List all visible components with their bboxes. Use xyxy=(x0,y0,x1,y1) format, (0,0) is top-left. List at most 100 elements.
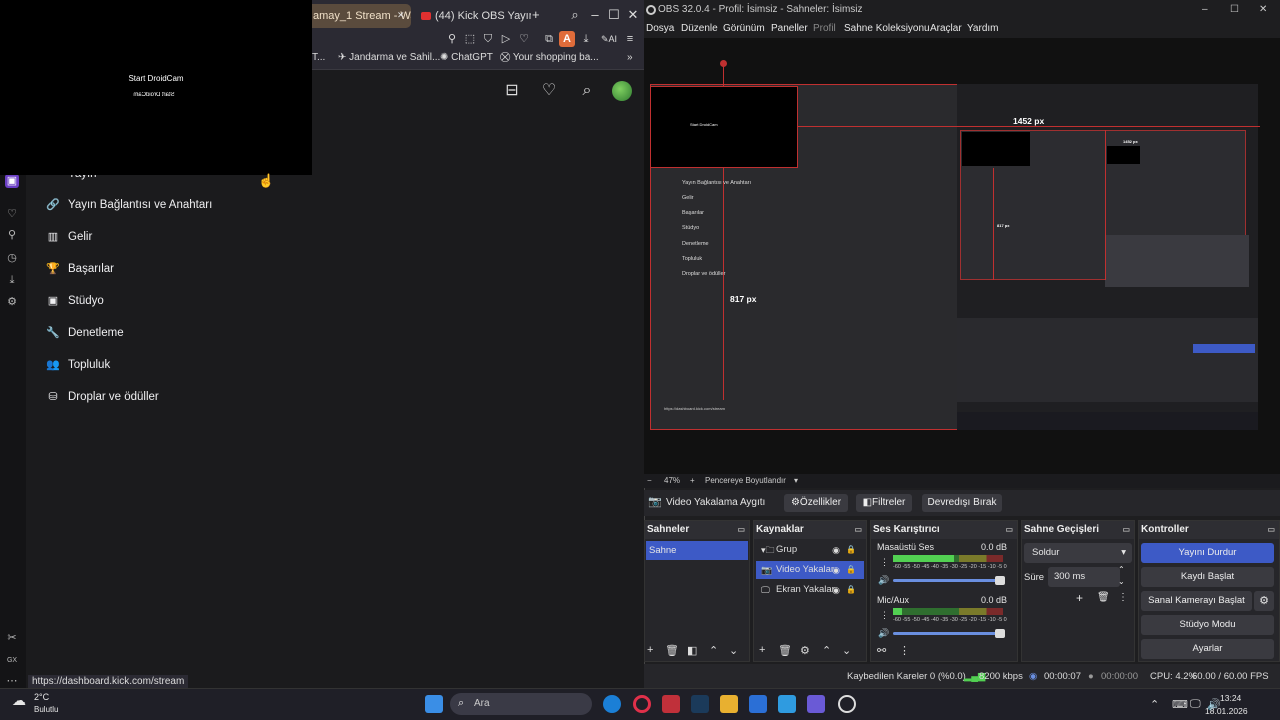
gear-icon[interactable]: ⚙ xyxy=(1254,591,1274,611)
avatar[interactable] xyxy=(612,81,632,101)
zoom-out-button[interactable]: − xyxy=(647,474,652,488)
lock-icon[interactable]: 🔒 xyxy=(846,541,856,559)
extensions-icon[interactable]: ⧉ xyxy=(541,31,557,47)
menu-item-stream-key[interactable]: 🔗 Yayın Bağlantısı ve Anahtarı xyxy=(46,195,212,215)
undock-icon[interactable]: ▭ xyxy=(1122,521,1130,539)
properties-button[interactable]: ⚙Özellikler xyxy=(784,494,848,512)
more-icon[interactable]: ⋯ xyxy=(5,674,19,688)
eye-icon[interactable]: ◉ xyxy=(832,581,840,599)
eye-icon[interactable]: ◉ xyxy=(832,541,840,559)
kebab-icon[interactable]: ⋮ xyxy=(880,610,889,621)
slider-knob[interactable] xyxy=(995,576,1005,585)
menu-item-gelir[interactable]: ▥ Gelir xyxy=(46,227,92,247)
chevron-down-icon[interactable]: ▾ xyxy=(794,474,798,488)
menu-yardim[interactable]: Yardım xyxy=(967,23,999,34)
bookmark-item[interactable]: T... xyxy=(312,52,325,63)
menu-gorunum[interactable]: Görünüm xyxy=(723,23,765,34)
start-virtual-camera-button[interactable]: Sanal Kamerayı Başlat xyxy=(1141,591,1252,611)
weather-icon[interactable]: ☁ xyxy=(12,692,26,709)
menu-item-droplar[interactable]: ⛁ Droplar ve ödüller xyxy=(46,387,158,407)
tab-kick-obs[interactable]: (44) Kick OBS Yayın Ay xyxy=(413,4,531,28)
shield-icon[interactable]: ⛉ xyxy=(480,31,496,47)
lock-icon[interactable]: 🔒 xyxy=(846,581,856,599)
play-icon[interactable]: ▷ xyxy=(498,31,514,47)
menu-duzenle[interactable]: Düzenle xyxy=(681,23,718,34)
add-icon[interactable]: + xyxy=(1076,591,1083,605)
follow-heart-icon[interactable]: ♡ xyxy=(539,81,559,101)
download-icon[interactable]: ⤓ xyxy=(5,273,19,287)
deactivate-button[interactable]: Devredışı Bırak xyxy=(922,494,1002,512)
slider-knob[interactable] xyxy=(995,629,1005,638)
keyboard-icon[interactable]: ⌨ xyxy=(1172,698,1188,711)
bookmark-item[interactable]: ✺ ChatGPT xyxy=(440,52,493,63)
trash-icon[interactable]: 🗑 xyxy=(665,644,679,657)
source-item-video[interactable]: 📷 Video Yakalar ◉ 🔒 xyxy=(756,561,864,579)
steam-icon[interactable] xyxy=(691,695,709,713)
down-icon[interactable]: ⌄ xyxy=(729,644,738,657)
opera-gx-icon[interactable] xyxy=(633,695,651,713)
translate-ai-icon[interactable]: ✎AI xyxy=(598,31,620,47)
clock-time[interactable]: 13:24 xyxy=(1220,693,1241,703)
menu-araclar[interactable]: Araçlar xyxy=(930,23,962,34)
trash-icon[interactable]: 🗑 xyxy=(778,644,792,657)
menu-item-topluluk[interactable]: 👥 Topluluk xyxy=(46,355,110,375)
more-bookmarks-icon[interactable]: » xyxy=(627,52,633,63)
menu-sahne-koleksiyonu[interactable]: Sahne Koleksiyonu xyxy=(844,23,930,34)
maximize-icon[interactable]: ☐ xyxy=(1230,0,1239,20)
snapshot-icon[interactable]: ⬚ xyxy=(462,31,478,47)
link-icon[interactable]: ⚯ xyxy=(877,644,886,657)
minimize-icon[interactable]: – xyxy=(586,6,604,24)
menu-item-studyo[interactable]: ▣ Stüdyo xyxy=(46,291,104,311)
search-icon[interactable]: ⌕ xyxy=(566,6,584,24)
add-icon[interactable]: + xyxy=(759,644,765,656)
studio-mode-button[interactable]: Stüdyo Modu xyxy=(1141,615,1274,635)
menu-item-basarilar[interactable]: 🏆 Başarılar xyxy=(46,259,114,279)
source-item-screen[interactable]: 🖵 Ekran Yakalar ◉ 🔒 xyxy=(756,581,864,599)
trash-icon[interactable]: 🗑 xyxy=(1097,592,1110,603)
kebab-icon[interactable]: ⋮ xyxy=(1118,592,1128,603)
kebab-icon[interactable]: ⋮ xyxy=(880,557,889,568)
scene-item[interactable]: Sahne xyxy=(646,541,748,560)
pin-icon[interactable]: ⚲ xyxy=(444,31,460,47)
eye-icon[interactable]: ◉ xyxy=(832,561,840,579)
zoom-in-button[interactable]: + xyxy=(690,474,695,488)
twitch-icon[interactable]: ▣ xyxy=(5,174,19,188)
search-icon[interactable]: ⌕ xyxy=(577,81,597,101)
transition-select[interactable]: Soldur ▾ xyxy=(1024,543,1132,563)
settings-gear-icon[interactable]: ⚙ xyxy=(5,295,19,309)
add-icon[interactable]: + xyxy=(647,644,653,656)
undock-icon[interactable]: ▭ xyxy=(854,521,862,539)
start-recording-button[interactable]: Kaydı Başlat xyxy=(1141,567,1274,587)
store-icon[interactable] xyxy=(749,695,767,713)
maximize-icon[interactable]: ☐ xyxy=(605,6,623,24)
menu-profil[interactable]: Profil xyxy=(813,23,836,34)
source-item-group[interactable]: ▾🗀 Grup ◉ 🔒 xyxy=(756,541,864,559)
selected-source-box[interactable] xyxy=(650,86,798,168)
undock-icon[interactable]: ▭ xyxy=(1005,521,1013,539)
speaker-icon[interactable]: 🔊 xyxy=(878,575,889,586)
fit-to-window-button[interactable]: Pencereye Boyutlandır xyxy=(705,474,786,488)
minimize-icon[interactable]: – xyxy=(1202,0,1208,20)
windows-start-icon[interactable] xyxy=(425,695,443,713)
settings-button[interactable]: Ayarlar xyxy=(1141,639,1274,659)
download-icon[interactable]: ⤓ xyxy=(578,31,594,47)
menu-dosya[interactable]: Dosya xyxy=(646,23,674,34)
undock-icon[interactable]: ▭ xyxy=(1267,521,1275,539)
volume-slider[interactable] xyxy=(893,629,1005,638)
edge-icon[interactable] xyxy=(603,695,621,713)
lock-icon[interactable]: 🔒 xyxy=(846,561,856,579)
history-icon[interactable]: ◷ xyxy=(5,251,19,265)
filters-button[interactable]: ◧Filtreler xyxy=(856,494,912,512)
extension-a-icon[interactable]: A xyxy=(559,31,575,47)
close-tab-icon[interactable]: ✕ xyxy=(397,10,405,21)
heart-icon[interactable]: ♡ xyxy=(5,207,19,221)
duration-input[interactable]: 300 ms xyxy=(1048,567,1120,587)
undock-icon[interactable]: ▭ xyxy=(737,521,745,539)
kebab-icon[interactable]: ⋮ xyxy=(899,644,910,657)
up-icon[interactable]: ⌃ xyxy=(709,644,718,657)
stepper-up-icon[interactable]: ⌃ xyxy=(1118,565,1125,574)
tab-stream-watch[interactable]: amay_1 Stream - Watch xyxy=(305,4,411,28)
volume-slider[interactable] xyxy=(893,576,1005,585)
pin-icon[interactable]: ⚲ xyxy=(5,228,19,242)
clock-date[interactable]: 18.01.2026 xyxy=(1205,706,1248,716)
